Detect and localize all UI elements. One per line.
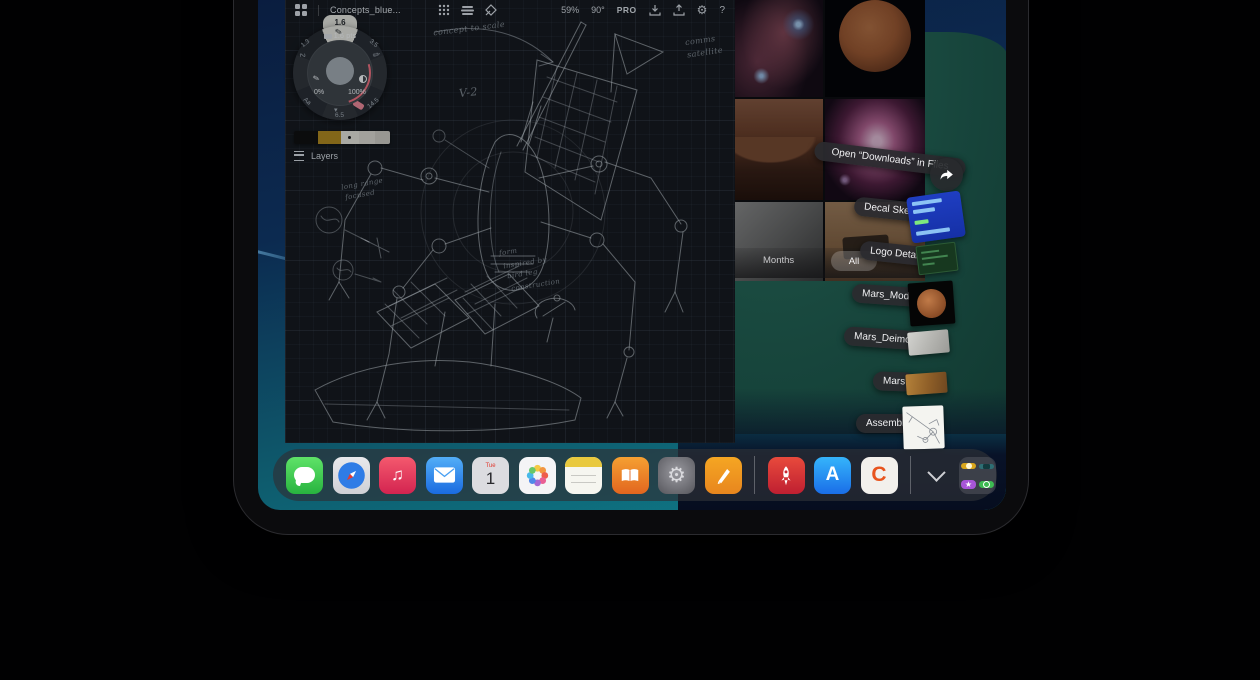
dock-app-notes[interactable] bbox=[565, 457, 602, 494]
concepts-letter: C bbox=[871, 463, 886, 487]
mars-model-thumbnail[interactable] bbox=[908, 280, 956, 326]
rocket-icon bbox=[775, 464, 797, 486]
ipad-screen: concept to scale comms satellite V-2 lon… bbox=[258, 0, 1006, 510]
dock-app-safari[interactable] bbox=[333, 457, 370, 494]
dock-app-mail[interactable] bbox=[426, 457, 463, 494]
library-mini-star-icon: ★ bbox=[961, 480, 976, 489]
chevron-down-icon bbox=[927, 463, 945, 481]
mail-envelope-icon bbox=[433, 466, 456, 484]
library-mini-podcasts-icon bbox=[979, 481, 994, 488]
page-background: concept to scale comms satellite V-2 lon… bbox=[0, 0, 1260, 680]
photos-flower-icon bbox=[524, 462, 551, 489]
dock-divider-left bbox=[754, 456, 755, 494]
safari-compass-icon bbox=[337, 461, 366, 490]
notes-body bbox=[565, 467, 602, 494]
messages-bubble-icon bbox=[294, 467, 315, 483]
decal-stickers-thumbnail[interactable] bbox=[906, 190, 966, 243]
dock-app-concepts[interactable]: C bbox=[861, 457, 898, 494]
dock-app-calendar[interactable]: Tue 1 bbox=[472, 457, 509, 494]
dock-app-rocket[interactable] bbox=[768, 457, 805, 494]
mars-deimos-thumbnail[interactable] bbox=[907, 329, 950, 355]
library-mini-tips-icon bbox=[961, 463, 976, 469]
dock-divider-right bbox=[910, 456, 911, 494]
dock-app-music[interactable]: ♫ bbox=[379, 457, 416, 494]
logo-detail-thumbnail[interactable] bbox=[915, 242, 958, 276]
dock-app-messages[interactable] bbox=[286, 457, 323, 494]
books-open-book-icon bbox=[619, 466, 641, 485]
settings-gear-glyph: ⚙ bbox=[667, 463, 686, 488]
dock-collapse-button[interactable] bbox=[924, 457, 950, 494]
assembly-sketch-thumbnail[interactable] bbox=[902, 405, 944, 449]
calendar-day: 1 bbox=[486, 470, 495, 487]
dock-app-settings[interactable]: ⚙ bbox=[658, 457, 695, 494]
appstore-letter: A bbox=[826, 464, 840, 486]
mars-panorama-thumbnail[interactable] bbox=[905, 372, 947, 396]
forward-arrow-icon bbox=[938, 166, 955, 183]
dock-app-photos[interactable] bbox=[519, 457, 556, 494]
share-forward-button[interactable] bbox=[930, 158, 963, 191]
dock-app-appstore[interactable]: A bbox=[814, 457, 851, 494]
dock-app-linea[interactable] bbox=[705, 457, 742, 494]
dock-app-library[interactable]: ★ bbox=[959, 457, 996, 494]
dock-app-books[interactable] bbox=[612, 457, 649, 494]
notes-yellow-band bbox=[565, 457, 602, 467]
dock: ♫ Tue 1 bbox=[273, 449, 997, 501]
music-note-icon: ♫ bbox=[391, 465, 404, 485]
drag-and-drop-layer: Open “Downloads” in Files Decal Sketches… bbox=[258, 0, 1006, 510]
library-mini-camera-icon bbox=[979, 464, 994, 469]
linea-pen-icon bbox=[712, 464, 734, 486]
